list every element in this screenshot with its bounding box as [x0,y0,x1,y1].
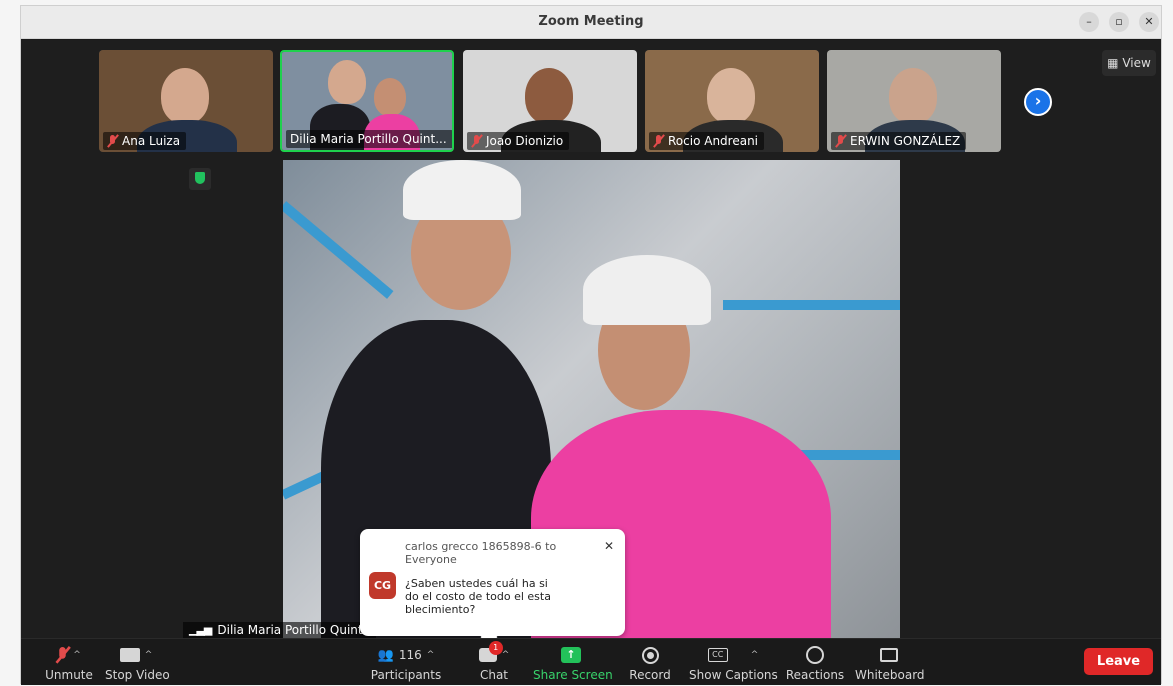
chevron-up-icon[interactable]: ^ [145,650,153,660]
signal-strength-icon: ▁▃▅ [189,623,212,636]
participant-face [161,68,209,124]
helmet [403,160,521,220]
record-label: Record [629,668,671,682]
unmute-label: Unmute [45,668,93,682]
record-icon [641,646,659,664]
reactions-button[interactable]: Reactions [785,639,845,686]
participants-icon: 👥 [377,647,394,663]
participant-name: ERWIN GONZÁLEZ [850,134,961,148]
participant-count: 116 [398,648,422,662]
close-button[interactable]: ✕ [1139,12,1159,32]
unmute-button[interactable]: ^ Unmute [39,639,99,686]
chat-label: Chat [479,668,509,682]
participant-tile[interactable]: ERWIN GONZÁLEZ [827,50,1001,152]
chevron-up-icon[interactable]: ^ [73,650,81,660]
leave-button[interactable]: Leave [1084,648,1153,675]
participant-name: Ana Luiza [122,134,181,148]
chevron-up-icon[interactable]: ^ [751,650,759,660]
participant-name-label: ERWIN GONZÁLEZ [831,132,967,150]
participant-name: Rocio Andreani [668,134,759,148]
view-button[interactable]: ▦ View [1102,50,1156,76]
stop-video-label: Stop Video [105,668,170,682]
record-button[interactable]: Record [625,639,675,686]
meeting-toolbar: ^ Unmute ^ Stop Video 👥 116 ^ Participan… [21,638,1161,685]
whiteboard-label: Whiteboard [855,668,925,682]
participant-tile[interactable]: Rocio Andreani [645,50,819,152]
speaker-name: Dilia Maria Portillo Quinte [217,623,370,637]
title-bar: Zoom Meeting – ▫ ✕ [21,6,1161,39]
share-screen-button[interactable]: ↑ Share Screen [533,639,613,686]
chat-badge: 1 [488,641,503,655]
next-page-arrow-icon[interactable]: › [1024,88,1052,116]
chat-icon: 1 [478,641,503,662]
reactions-label: Reactions [785,668,845,682]
chevron-up-icon[interactable]: ^ [502,650,510,660]
chat-message: ¿Saben ustedes cuál ha si do el costo de… [405,577,551,616]
participant-name: Dilia Maria Portillo Quint... [290,132,447,146]
participant-face [707,68,755,124]
mic-muted-icon [653,134,664,148]
whiteboard-icon [880,648,898,662]
grid-icon: ▦ [1107,56,1119,70]
chat-notification[interactable]: carlos grecco 1865898-6 to Everyone ✕ CG… [360,529,625,646]
mic-muted-icon [835,134,846,148]
view-label: View [1122,56,1151,70]
mic-muted-icon [107,134,118,148]
close-icon[interactable]: ✕ [604,539,614,553]
security-shield-icon[interactable] [189,168,211,190]
participant-name: Joao Dionizio [486,134,564,148]
show-captions-label: Show Captions [689,668,778,682]
participant-gallery: Ana Luiza Dilia Maria Portillo Quint... [99,50,1004,152]
zoom-window: Zoom Meeting – ▫ ✕ Ana Luiza Dilia Maria… [20,5,1162,685]
chat-sender: carlos grecco 1865898-6 to Everyone [405,540,557,566]
minimize-button[interactable]: – [1079,12,1099,32]
helmet [583,255,711,325]
participant-tile[interactable]: Ana Luiza [99,50,273,152]
participant-name-label: Joao Dionizio [467,132,570,150]
share-screen-label: Share Screen [533,668,613,682]
participant-name-label: Ana Luiza [103,132,187,150]
participant-face [374,78,406,116]
maximize-button[interactable]: ▫ [1109,12,1129,32]
chat-button[interactable]: 1 ^ Chat [469,639,519,686]
participant-tile-active[interactable]: Dilia Maria Portillo Quint... [280,50,454,152]
chevron-up-icon[interactable]: ^ [427,650,435,660]
avatar: CG [369,572,396,599]
participant-name-label: Dilia Maria Portillo Quint... [286,130,452,148]
window-title: Zoom Meeting [538,14,644,29]
whiteboard-button[interactable]: Whiteboard [855,639,925,686]
mic-muted-icon [56,646,70,664]
participant-face [889,68,937,124]
captions-icon: CC [707,648,728,662]
show-captions-button[interactable]: CC ^ Show Captions [689,639,778,686]
railing [723,300,900,310]
participants-button[interactable]: 👥 116 ^ Participants [361,639,451,686]
participant-name-label: Rocio Andreani [649,132,765,150]
mic-muted-icon [471,134,482,148]
stop-video-button[interactable]: ^ Stop Video [105,639,170,686]
participant-face [525,68,573,124]
video-camera-icon [119,648,140,662]
reactions-icon [806,646,824,664]
meeting-stage: Ana Luiza Dilia Maria Portillo Quint... [21,40,1161,646]
participants-label: Participants [370,668,442,682]
speaker-name-label: ▁▃▅ Dilia Maria Portillo Quinte [183,622,376,638]
participant-tile[interactable]: Joao Dionizio [463,50,637,152]
participant-face [328,60,366,104]
share-screen-icon: ↑ [561,647,581,663]
